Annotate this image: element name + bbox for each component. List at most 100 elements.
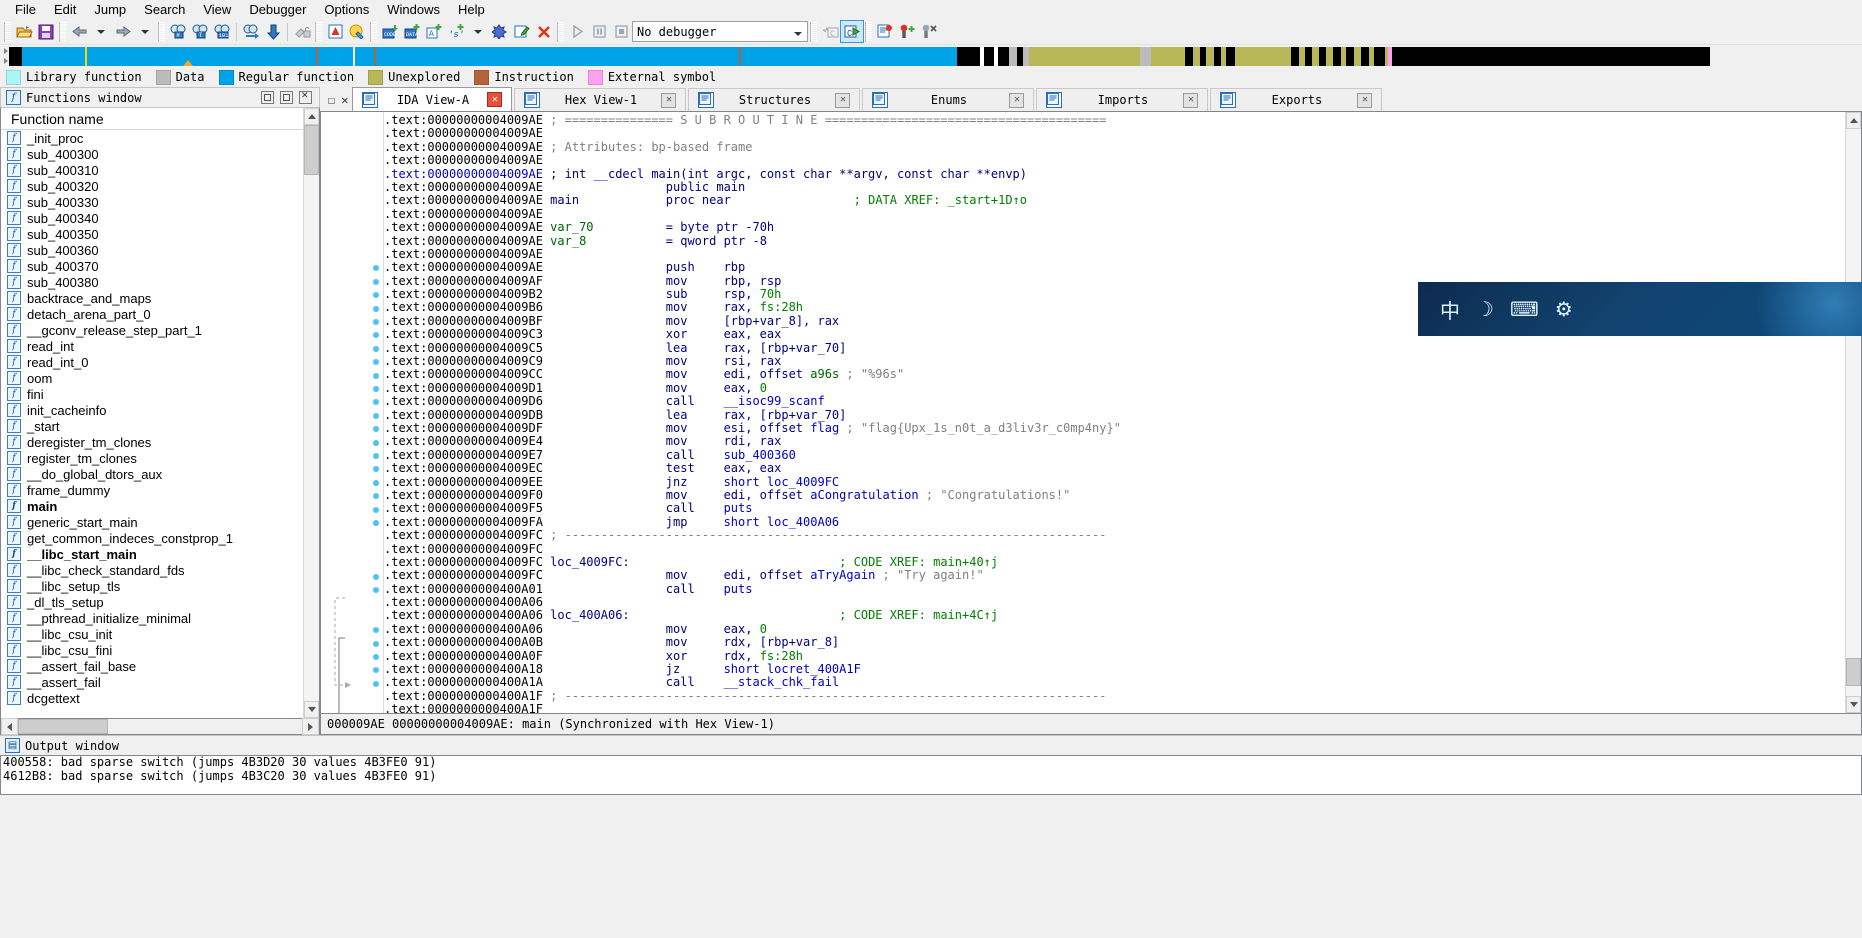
disassembly-line[interactable]: .text:00000000004009C5 lea rax, [rbp+var… — [384, 341, 1845, 355]
breakpoint-marker[interactable] — [373, 680, 379, 687]
function-list-item[interactable]: f __pthread_initialize_minimal — [1, 610, 303, 626]
open-file-icon[interactable] — [13, 21, 35, 42]
disassembly-line[interactable]: .text:00000000004009FC loc_4009FC: ; COD… — [384, 555, 1845, 569]
breakpoint-marker[interactable] — [373, 627, 379, 634]
scroll-thumb[interactable] — [304, 125, 319, 175]
tab-close-all-icon[interactable]: ✕ — [341, 93, 348, 107]
ime-chinese-mode-icon[interactable]: 中 — [1440, 295, 1460, 324]
breakpoint-marker[interactable] — [373, 654, 379, 660]
breakpoint-marker[interactable] — [373, 493, 379, 500]
function-list-item[interactable]: f sub_400330 — [1, 194, 303, 210]
function-list-item[interactable]: f deregister_tm_clones — [1, 434, 303, 450]
function-list-item[interactable]: f __libc_csu_init — [1, 626, 303, 642]
breakpoint-marker[interactable] — [373, 386, 379, 392]
disassembly-line[interactable]: .text:00000000004009DB lea rax, [rbp+var… — [384, 408, 1845, 422]
functions-window-titlebar[interactable]: f Functions window — [0, 87, 320, 107]
function-list-item[interactable]: f sub_400340 — [1, 210, 303, 226]
toolbar-grip-2[interactable] — [59, 21, 66, 42]
jump-down-icon[interactable] — [262, 21, 284, 42]
disassembly-line[interactable]: .text:0000000000400A06 loc_400A06: ; COD… — [384, 609, 1845, 622]
function-list-item[interactable]: f sub_400380 — [1, 274, 303, 290]
make-array-icon[interactable]: A — [423, 21, 445, 42]
disassembly-line[interactable]: .text:00000000004009E7 call sub_400360 — [384, 448, 1845, 462]
function-list-item[interactable]: f __libc_csu_fini — [1, 642, 303, 658]
back-dropdown-icon[interactable] — [90, 21, 112, 42]
function-list-item[interactable]: f main — [1, 498, 303, 514]
function-list-item[interactable]: f sub_400360 — [1, 242, 303, 258]
disassembly-line[interactable]: .text:00000000004009AE ; ===============… — [384, 113, 1845, 127]
breakpoint-marker[interactable] — [373, 439, 379, 446]
delete-icon[interactable] — [533, 21, 555, 42]
function-list-item[interactable]: f __gconv_release_step_part_1 — [1, 322, 303, 338]
tab-list-icon[interactable]: ☐ — [328, 93, 335, 107]
disassembly-line[interactable]: .text:00000000004009AE ; int __cdecl mai… — [384, 167, 1845, 181]
menu-item-edit[interactable]: Edit — [45, 1, 85, 18]
menu-item-jump[interactable]: Jump — [85, 1, 135, 18]
breakpoint-marker[interactable] — [373, 640, 379, 647]
menu-item-search[interactable]: Search — [135, 1, 194, 18]
make-function-icon[interactable] — [489, 21, 511, 42]
hscroll-right-button[interactable] — [302, 718, 319, 735]
toolbar-grip[interactable] — [4, 21, 11, 42]
scroll-up-button[interactable] — [304, 108, 319, 125]
disassembly-line[interactable]: .text:00000000004009FA jmp short loc_400… — [384, 515, 1845, 529]
function-list-item[interactable]: f detach_arena_part_0 — [1, 306, 303, 322]
step-into-icon[interactable]: C — [840, 20, 864, 43]
function-list-item[interactable]: f __libc_check_standard_fds — [1, 562, 303, 578]
hscroll-left-button[interactable] — [1, 718, 18, 735]
debugger-select[interactable]: No debugger — [632, 21, 808, 42]
breakpoint-marker[interactable] — [373, 292, 379, 299]
breakpoint-marker[interactable] — [373, 265, 379, 272]
disassembly-line[interactable]: .text:00000000004009AE var_8 = qword ptr… — [384, 234, 1845, 248]
disassembly-vertical-scrollbar[interactable] — [1845, 112, 1861, 713]
function-list-item[interactable]: f __libc_start_main — [1, 546, 303, 562]
step-over-icon[interactable]: C — [819, 21, 841, 42]
menu-item-view[interactable]: View — [194, 1, 240, 18]
disassembly-line[interactable]: .text:0000000000400A06 — [384, 595, 1845, 609]
disassembly-line[interactable]: .text:0000000000400A1F — [384, 702, 1845, 713]
menu-item-debugger[interactable]: Debugger — [240, 1, 315, 18]
restore-button[interactable] — [261, 91, 274, 104]
function-list-item[interactable]: f __libc_setup_tls — [1, 578, 303, 594]
ime-floating-widget[interactable]: 中 ☽ ⌨ ⚙ — [1418, 282, 1862, 336]
disassembly-line[interactable]: .text:0000000000400A0B mov rdx, [rbp+var… — [384, 636, 1845, 649]
disassembly-line[interactable]: .text:00000000004009EE jnz short loc_400… — [384, 475, 1845, 489]
breakpoint-marker[interactable] — [373, 332, 379, 339]
tab-close-button[interactable]: ✕ — [1183, 92, 1199, 108]
unlock-icon[interactable] — [291, 21, 313, 42]
menu-item-windows[interactable]: Windows — [378, 1, 449, 18]
tab-close-button[interactable]: ✕ — [835, 92, 851, 108]
toolbar-grip-8[interactable] — [865, 21, 872, 42]
breakpoint-marker[interactable] — [373, 453, 379, 459]
make-code-icon[interactable]: CODE — [379, 21, 401, 42]
hscroll-thumb[interactable] — [18, 719, 108, 734]
scroll-track[interactable] — [304, 175, 319, 701]
toolbar-grip-5[interactable] — [370, 21, 377, 42]
tab-hex-view-1[interactable]: Hex View-1 ✕ — [514, 88, 687, 111]
breakpoint-marker[interactable] — [373, 345, 379, 352]
navband-strip[interactable] — [9, 46, 1710, 66]
breakpoint-marker[interactable] — [373, 359, 379, 366]
breakpoint-marker[interactable] — [373, 466, 379, 473]
menu-item-help[interactable]: Help — [449, 1, 494, 18]
tab-close-button[interactable]: ✕ — [1357, 92, 1373, 108]
disassembly-line[interactable]: .text:00000000004009AE push rbp — [384, 261, 1845, 274]
make-data-icon[interactable]: DATA — [401, 21, 423, 42]
function-list-item[interactable]: f sub_400350 — [1, 226, 303, 242]
breakpoint-marker[interactable] — [373, 479, 379, 486]
tab-nav-controls[interactable]: ☐ ✕ — [324, 89, 352, 111]
toolbar-grip-4[interactable] — [315, 21, 322, 42]
disassembly-line[interactable]: .text:00000000004009FC — [384, 542, 1845, 556]
breakpoint-marker[interactable] — [373, 506, 379, 513]
disassembly-line[interactable]: .text:00000000004009F5 call puts — [384, 502, 1845, 515]
function-list-item[interactable]: f __assert_fail — [1, 674, 303, 690]
output-window-titlebar[interactable]: ▤ Output window — [0, 735, 1862, 755]
close-button[interactable] — [299, 90, 312, 104]
function-list-item[interactable]: f dcgettext — [1, 690, 303, 706]
function-list-item[interactable]: f register_tm_clones — [1, 450, 303, 466]
breakpoint-list-icon[interactable] — [874, 21, 896, 42]
function-list-item[interactable]: f read_int_0 — [1, 354, 303, 370]
back-arrow-icon[interactable] — [68, 21, 90, 42]
functions-horizontal-scrollbar[interactable] — [0, 718, 320, 735]
disassembly-line[interactable]: .text:00000000004009AE ; Attributes: bp-… — [384, 140, 1845, 154]
